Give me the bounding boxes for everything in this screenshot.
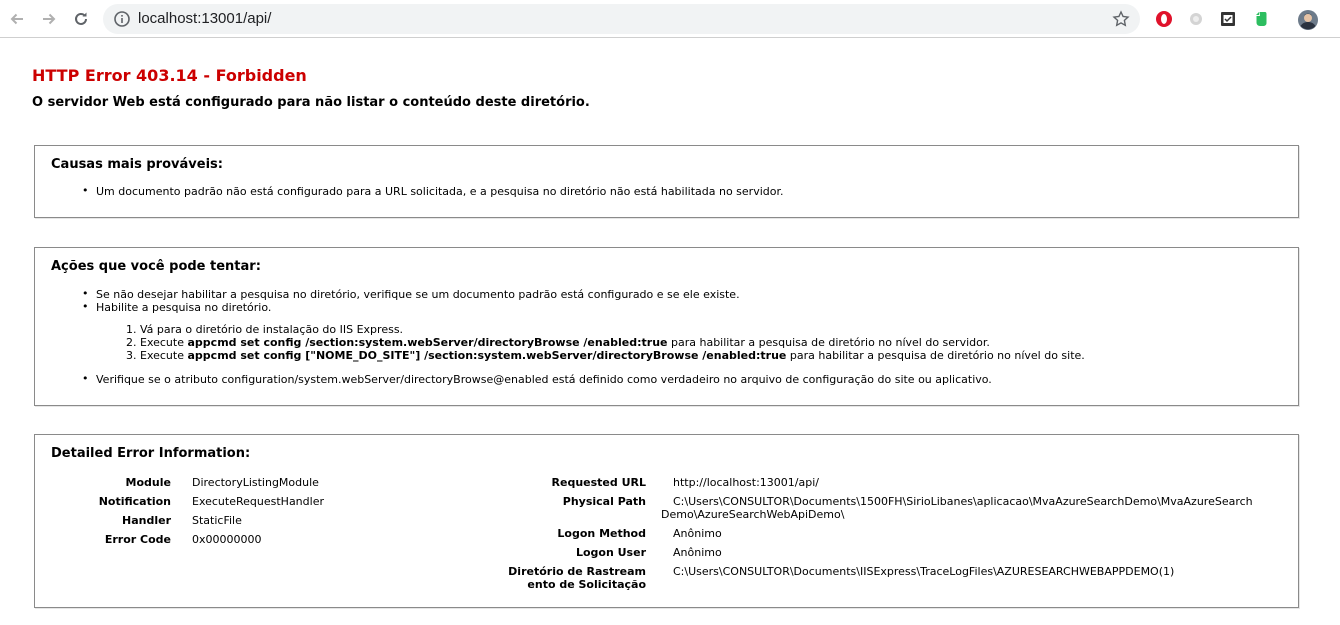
physical-path-value-cont: Demo\AzureSearchWebApiDemo\	[661, 508, 845, 521]
actions-heading: Ações que você pode tentar:	[51, 259, 261, 274]
error-code-label: Error Code	[104, 533, 171, 546]
notification-value: ExecuteRequestHandler	[192, 495, 324, 508]
url-text[interactable]: localhost:13001/api/	[138, 10, 271, 27]
step-item: 3. Execute appcmd set config ["NOME_DO_S…	[126, 349, 1085, 362]
physical-path-value: C:\Users\CONSULTOR\Documents\1500FH\Siri…	[673, 495, 1253, 508]
causes-box: Causas mais prováveis: Um documento padr…	[34, 145, 1299, 218]
step-item: 2. Execute appcmd set config /section:sy…	[126, 336, 990, 349]
logon-method-label: Logon Method	[557, 527, 646, 540]
reload-icon[interactable]	[70, 8, 92, 30]
trace-dir-label: Diretório de Rastream	[508, 565, 646, 578]
step-text: para habilitar a pesquisa de diretório n…	[786, 349, 1085, 362]
list-item-text: Habilite a pesquisa no diretório.	[96, 301, 272, 314]
error-title: HTTP Error 403.14 - Forbidden	[32, 66, 307, 85]
browser-toolbar: localhost:13001/api/	[0, 0, 1340, 38]
step-text: Execute	[140, 349, 188, 362]
step-text: para habilitar a pesquisa de diretório n…	[667, 336, 990, 349]
requested-url-value: http://localhost:13001/api/	[673, 476, 819, 489]
details-heading: Detailed Error Information:	[51, 446, 251, 461]
handler-value: StaticFile	[192, 514, 242, 527]
step-command: appcmd set config /section:system.webSer…	[187, 336, 668, 349]
logon-user-label: Logon User	[575, 546, 646, 559]
avatar[interactable]	[1297, 9, 1319, 31]
step-item: 1. Vá para o diretório de instalação do …	[126, 323, 403, 336]
step-text: Execute	[140, 336, 188, 349]
circle-extension-icon[interactable]	[1186, 9, 1206, 29]
evernote-extension-icon[interactable]	[1251, 9, 1271, 29]
list-item-text: Um documento padrão não está configurado…	[96, 185, 784, 198]
bullet	[82, 184, 88, 197]
details-box: Detailed Error Information: Module Direc…	[34, 434, 1299, 608]
back-icon[interactable]	[6, 8, 28, 30]
star-icon[interactable]	[1112, 10, 1130, 28]
bullet	[82, 300, 88, 313]
module-value: DirectoryListingModule	[192, 476, 319, 489]
list-item-text: Verifique se o atributo configuration/sy…	[96, 373, 992, 386]
step-number: 3.	[126, 349, 137, 362]
handler-label: Handler	[122, 514, 171, 527]
step-text: Vá para o diretório de instalação do IIS…	[140, 323, 404, 336]
step-number: 2.	[126, 336, 137, 349]
requested-url-label: Requested URL	[551, 476, 646, 489]
address-bar[interactable]: localhost:13001/api/	[103, 4, 1140, 34]
grammar-extension-icon[interactable]	[1218, 9, 1238, 29]
causes-heading: Causas mais prováveis:	[51, 157, 223, 172]
info-icon[interactable]	[113, 10, 131, 28]
bullet	[82, 372, 88, 385]
logon-user-value: Anônimo	[673, 546, 722, 559]
error-subtitle: O servidor Web está configurado para não…	[32, 95, 590, 110]
bullet	[82, 287, 88, 300]
logon-method-value: Anônimo	[673, 527, 722, 540]
trace-dir-value: C:\Users\CONSULTOR\Documents\IISExpress\…	[673, 565, 1175, 578]
list-item-text: Se não desejar habilitar a pesquisa no d…	[96, 288, 740, 301]
actions-box: Ações que você pode tentar: Se não desej…	[34, 247, 1299, 406]
step-command: appcmd set config ["NOME_DO_SITE"] /sect…	[187, 349, 787, 362]
notification-label: Notification	[98, 495, 171, 508]
trace-dir-label-cont: ento de Solicitação	[527, 578, 646, 591]
error-code-value: 0x00000000	[192, 533, 262, 546]
forward-icon[interactable]	[38, 8, 60, 30]
step-number: 1.	[126, 323, 137, 336]
module-label: Module	[125, 476, 171, 489]
physical-path-label: Physical Path	[562, 495, 646, 508]
opera-extension-icon[interactable]	[1154, 9, 1174, 29]
